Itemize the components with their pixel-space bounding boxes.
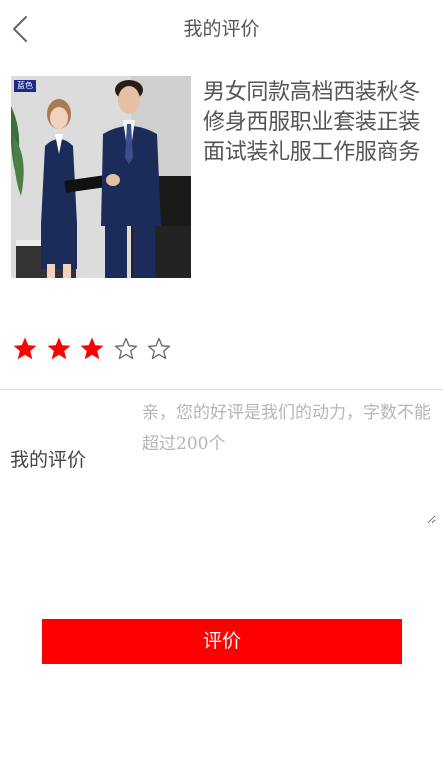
top-bar: 我的评价 — [0, 0, 443, 58]
star-empty-icon[interactable] — [113, 336, 139, 362]
star-filled-icon[interactable] — [79, 336, 105, 362]
review-label: 我的评价 — [10, 449, 87, 471]
star-empty-icon[interactable] — [146, 336, 172, 362]
submit-review-button[interactable]: 评价 — [42, 619, 402, 664]
suit-photo — [11, 76, 191, 278]
divider — [0, 389, 443, 390]
star-rating[interactable] — [12, 336, 180, 362]
star-filled-icon[interactable] — [46, 336, 72, 362]
product-image[interactable]: 蓝色 — [11, 76, 191, 278]
page-title: 我的评价 — [183, 18, 260, 40]
star-filled-icon[interactable] — [12, 336, 38, 362]
color-tag: 蓝色 — [14, 80, 36, 92]
review-page: 我的评价 蓝色 男女同款高档西装秋冬修身西服职业套装正装面试装礼服工作服商务 我… — [0, 0, 443, 767]
product-title[interactable]: 男女同款高档西装秋冬修身西服职业套装正装面试装礼服工作服商务 — [203, 78, 435, 168]
review-textarea[interactable] — [138, 394, 436, 524]
